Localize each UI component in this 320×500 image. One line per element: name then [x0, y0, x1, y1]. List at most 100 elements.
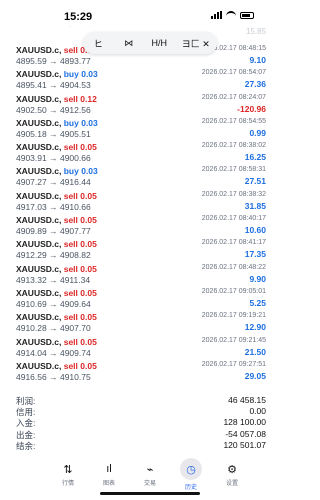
trade-open-price: 4914.04 [16, 347, 47, 358]
trade-profit: 10.60 [244, 225, 266, 236]
trade-profit: -120.96 [237, 103, 266, 114]
trade-side-label: sell [63, 336, 78, 347]
trade-profit: 9.90 [249, 273, 266, 284]
account-summary: 利润: 46 458.15 信用: 0.00 入金: 128 100.00 出金: -54 0… [16, 395, 266, 451]
trade-symbol-line: XAUUSD.c, sell 0.05 [16, 239, 97, 249]
nav-label: 设置 [225, 481, 238, 487]
trade-row[interactable]: XAUUSD.c, sell 0.05 2026.02.17 08:38:02 49… [16, 141, 266, 165]
trade-open-price: 4895.59 [16, 56, 47, 66]
status-time: 15:29 [64, 11, 93, 23]
arrow-icon: → [46, 298, 60, 309]
trade-time: 2026.02.17 08:38:02 [201, 142, 266, 150]
trade-time: 2026.02.17 09:05:01 [201, 287, 266, 295]
arrow-icon: → [46, 226, 60, 237]
trade-side-label: sell [63, 239, 78, 250]
trade-row[interactable]: XAUUSD.c, sell 0.05 2026.02.17 09:19:21 49… [16, 311, 266, 335]
summary-label: 入金: [16, 418, 36, 429]
trade-row[interactable]: XAUUSD.c, buy 0.03 2026.02.17 08:54:07 489… [16, 68, 266, 92]
trade-row[interactable]: XAUUSD.c, sell 0.12 2026.02.17 08:24:07 49… [16, 93, 266, 117]
summary-row: 信用: 0.00 [16, 406, 266, 417]
trade-row[interactable]: XAUUSD.c, sell 0.05 2026.02.17 09:27:51 49… [16, 360, 266, 384]
trade-symbol-line: XAUUSD.c, sell 0.05 [16, 142, 97, 152]
trade-symbol-line: XAUUSD.c, sell 0.05 [16, 191, 97, 201]
nav-label: 图表 [102, 481, 115, 487]
trade-side: sell 0.05 [64, 215, 97, 225]
trade-symbol: XAUUSD.c, [16, 117, 62, 128]
summary-value: 0.00 [249, 406, 266, 417]
trade-symbol: XAUUSD.c, [16, 312, 62, 323]
summary-value: 120 501.07 [223, 439, 266, 450]
arrow-icon: → [46, 250, 60, 261]
nav-item-quotes[interactable]: ⇅ 行情 [48, 456, 88, 500]
trade-symbol-line: XAUUSD.c, sell 0.05 [16, 361, 97, 371]
nav-item-settings[interactable]: ⚙ 设置 [212, 456, 252, 500]
trade-symbol: XAUUSD.c, [16, 360, 62, 371]
arrow-icon: → [46, 323, 60, 334]
trade-lot: 0.03 [81, 166, 98, 177]
trade-close-price: 4909.74 [59, 347, 91, 358]
trade-symbol: XAUUSD.c, [16, 287, 62, 298]
trade-prices: 4895.41 → 4904.53 [16, 80, 91, 90]
trade-open-price: 4910.28 [16, 323, 47, 334]
trade-time: 2026.02.17 08:48:22 [201, 263, 266, 271]
trade-close-price: 4905.51 [59, 128, 91, 139]
summary-label: 利润: [16, 396, 36, 406]
trade-lot: 0.03 [81, 69, 98, 80]
trade-row[interactable]: XAUUSD.c, buy 0.03 2026.02.17 08:54:55 490… [16, 117, 266, 141]
trade-symbol: XAUUSD.c, [16, 142, 62, 153]
trade-profit: 12.90 [244, 322, 266, 333]
faded-row-right: 15.85 [245, 27, 266, 36]
trade-time: 2026.02.17 08:38:32 [201, 190, 266, 198]
trade-row[interactable]: XAUUSD.c, sell 0.05 2026.02.17 09:21:45 49… [16, 336, 266, 360]
trade-time: 2026.02.17 08:40:17 [201, 215, 266, 223]
toolbar-item-4[interactable]: ヨ匚 ✕ [182, 37, 210, 50]
trade-side-label: sell [63, 360, 78, 371]
trade-prices: 4895.59 → 4893.77 [16, 56, 91, 66]
toolbar-item-1[interactable]: ヒ [90, 37, 106, 50]
arrow-icon: → [46, 56, 60, 66]
arrow-icon: → [46, 153, 60, 164]
trade-symbol-line: XAUUSD.c, sell 0.05 [16, 312, 97, 322]
trade-symbol-line: XAUUSD.c, sell 0.05 [16, 288, 97, 298]
trade-row[interactable]: XAUUSD.c, sell 0.05 2026.02.17 08:41:17 49… [16, 238, 266, 262]
trade-row[interactable]: XAUUSD.c, buy 0.03 2026.02.17 08:58:31 490… [16, 165, 266, 189]
trade-close-price: 4916.44 [59, 177, 91, 188]
trade-prices: 4916.56 → 4910.75 [16, 372, 91, 382]
trade-side-label: buy [63, 117, 79, 128]
summary-value: 128 100.00 [223, 417, 266, 428]
trade-prices: 4914.04 → 4909.74 [16, 348, 91, 358]
trade-symbol-line: XAUUSD.c, buy 0.03 [16, 166, 98, 176]
trade-row[interactable]: XAUUSD.c, sell 0.05 2026.02.17 08:48:22 49… [16, 263, 266, 287]
trade-side: sell 0.12 [64, 94, 97, 104]
trade-profit: 27.51 [244, 176, 266, 187]
toolbar-item-2[interactable]: ⋈ [121, 38, 137, 49]
trade-symbol: XAUUSD.c, [16, 263, 62, 274]
trade-prices: 4910.69 → 4909.64 [16, 299, 91, 309]
trade-symbol: XAUUSD.c, [16, 239, 62, 250]
trade-side: buy 0.03 [64, 166, 98, 176]
toolbar-item-3[interactable]: H/H [151, 38, 167, 48]
trade-open-price: 4907.27 [16, 177, 47, 188]
trade-symbol-line: XAUUSD.c, sell 0.05 [16, 337, 97, 347]
trade-row[interactable]: XAUUSD.c, sell 0.05 2026.02.17 08:38:32 49… [16, 190, 266, 214]
trade-lot: 0.05 [80, 215, 97, 226]
trade-open-price: 4909.89 [16, 226, 47, 237]
trade-lot: 0.05 [80, 312, 97, 323]
trade-symbol: XAUUSD.c, [16, 45, 62, 55]
trade-row[interactable]: XAUUSD.c, sell 0.05 2026.02.17 08:40:17 49… [16, 214, 266, 238]
trade-symbol-line: XAUUSD.c, buy 0.03 [16, 69, 98, 79]
wifi-icon [226, 11, 236, 19]
trade-side-label: sell [63, 287, 78, 298]
trade-time: 2026.02.17 09:21:45 [201, 336, 266, 344]
trade-open-price: 4916.56 [16, 371, 47, 382]
trade-profit: 16.25 [244, 152, 266, 163]
trade-prices: 4912.29 → 4908.82 [16, 250, 91, 260]
quotes-icon: ⇅ [63, 463, 73, 476]
battery-icon [240, 11, 254, 19]
signal-icon [211, 11, 222, 19]
trade-side: sell 0.05 [64, 337, 97, 347]
trade-row[interactable]: XAUUSD.c, sell 0.05 2026.02.17 09:05:01 49… [16, 287, 266, 311]
trade-close-price: 4907.70 [59, 323, 91, 334]
active-tab-highlight: ◷ [180, 458, 202, 480]
trade-profit: 31.85 [244, 200, 266, 211]
